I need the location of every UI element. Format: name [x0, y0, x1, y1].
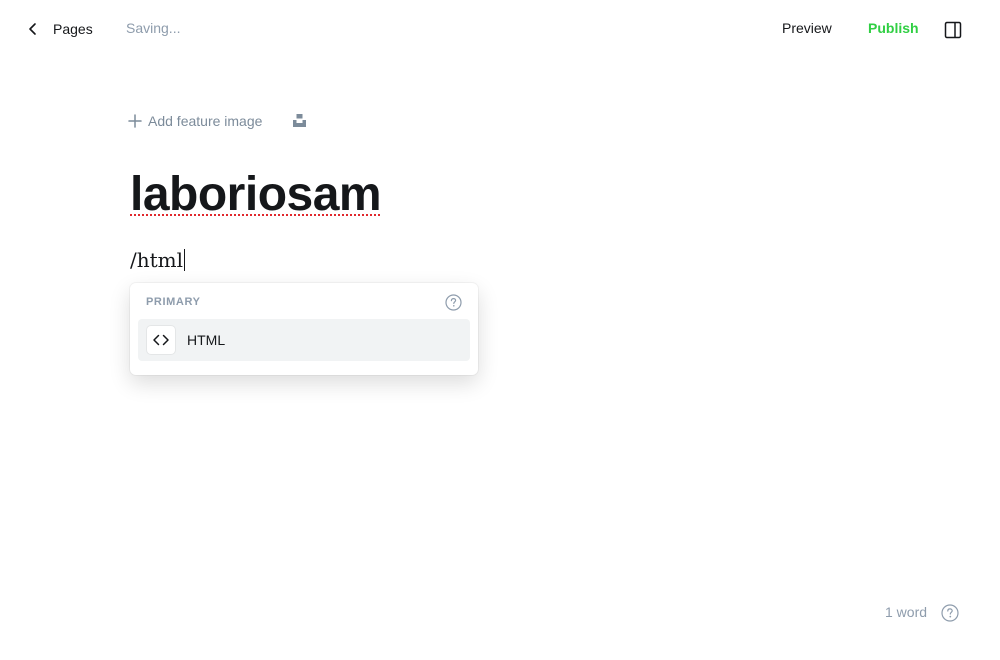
plus-icon — [128, 114, 142, 128]
editor-content-line[interactable]: /html — [130, 246, 186, 274]
post-title[interactable]: laboriosam — [130, 166, 382, 224]
unsplash-icon[interactable] — [292, 113, 307, 128]
card-menu-item-html[interactable]: HTML — [138, 319, 470, 361]
back-to-pages-link[interactable]: Pages — [24, 17, 93, 41]
card-menu-section-label: PRIMARY — [146, 296, 201, 308]
question-mark-icon[interactable] — [445, 294, 462, 311]
save-status: Saving... — [126, 20, 181, 36]
back-label: Pages — [53, 21, 93, 37]
text-cursor — [184, 249, 186, 271]
card-menu: PRIMARY HTML — [130, 283, 478, 375]
help-icon[interactable] — [941, 604, 959, 622]
slash-command-text: /html — [130, 248, 184, 272]
card-menu-item-label: HTML — [187, 332, 226, 348]
preview-button[interactable]: Preview — [782, 20, 832, 36]
publish-button[interactable]: Publish — [868, 20, 919, 36]
word-count: 1 word — [885, 604, 928, 620]
sidebar-toggle-icon[interactable] — [943, 20, 963, 40]
add-feature-image-label: Add feature image — [148, 113, 263, 129]
add-feature-image-button[interactable]: Add feature image — [128, 111, 262, 131]
chevron-left-icon — [29, 23, 36, 35]
code-icon — [147, 326, 175, 354]
editor-header: Pages Saving... Preview Publish — [0, 0, 1000, 58]
